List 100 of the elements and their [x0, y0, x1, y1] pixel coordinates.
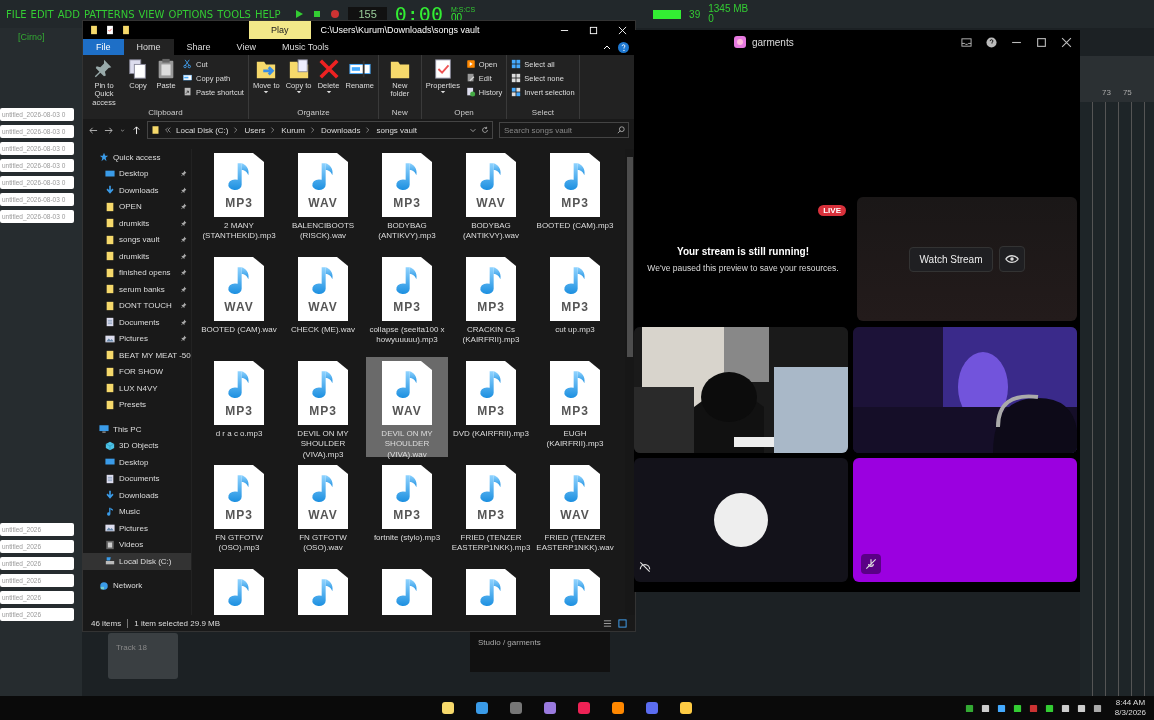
nav-item[interactable]: Videos	[83, 536, 191, 553]
ribbon-tab[interactable]: Music Tools	[268, 39, 342, 55]
record-icon[interactable]	[330, 9, 341, 19]
breadcrumb[interactable]: songs vault	[376, 125, 417, 135]
nav-item[interactable]: Desktop	[83, 454, 191, 471]
forward-arrow-icon[interactable]	[104, 125, 113, 135]
watch-icon-button[interactable]	[999, 246, 1026, 272]
nav-item[interactable]: LUX N4VY	[83, 380, 191, 397]
file-item[interactable]: MP3 d r a c o.mp3	[198, 357, 280, 457]
caret-icon[interactable]	[469, 126, 477, 134]
details-view-icon[interactable]	[603, 618, 612, 628]
help-icon[interactable]	[618, 41, 629, 53]
nav-item[interactable]: drumkits	[83, 248, 191, 265]
stream-heading: Your stream is still running!	[676, 246, 810, 257]
breadcrumb[interactable]: Local Disk (C:)	[176, 125, 229, 135]
nav-item[interactable]: BEAT MY MEAT -50	[83, 347, 191, 364]
help-icon[interactable]	[986, 36, 997, 48]
nav-item[interactable]: This PC	[83, 421, 191, 438]
file-name: FRIED (TENZER EASTERP1NKK).wav	[535, 533, 615, 554]
nav-item[interactable]: Desktop	[83, 165, 191, 182]
file-item[interactable]: MP3 BOOTED (CAM).mp3	[534, 149, 616, 249]
address-bar[interactable]: Local Disk (C:) Users Kurum Downloads songs vault	[147, 121, 493, 139]
tempo-display[interactable]: 155	[348, 7, 387, 21]
file-item[interactable]: MP3 BODYBAG (ANTIKVY).mp3	[366, 149, 448, 249]
nav-item[interactable]: Documents	[83, 314, 191, 331]
menu-item[interactable]: VIEW	[138, 8, 165, 20]
nav-item[interactable]: OPEN	[83, 198, 191, 215]
ribbon-tab[interactable]: Share	[173, 39, 224, 55]
nav-item[interactable]: Downloads	[83, 487, 191, 504]
menu-item[interactable]: FILE	[6, 8, 27, 20]
refresh-icon[interactable]	[481, 126, 489, 134]
live-badge: LIVE	[818, 205, 846, 216]
nav-item[interactable]: Pictures	[83, 520, 191, 537]
nav-item[interactable]: Local Disk (C:)	[83, 553, 191, 570]
file-item[interactable]: MP3 collapse (seeita100 x howyuuuuu).mp3	[366, 253, 448, 353]
nav-item[interactable]: Documents	[83, 470, 191, 487]
file-item[interactable]: MP3 fortnite (stylo).mp3	[366, 461, 448, 553]
nav-item[interactable]: Presets	[83, 396, 191, 413]
close-icon[interactable]	[1061, 36, 1072, 48]
file-item[interactable]: WAV BALENCIBOOTS (RISCK).wav	[282, 149, 364, 249]
watch-stream-button[interactable]: Watch Stream	[908, 246, 994, 272]
file-type-label: WAV	[392, 405, 422, 417]
menu-item[interactable]: PATTERNS	[83, 8, 135, 20]
search-field[interactable]: Search songs vault	[499, 122, 629, 138]
breadcrumb[interactable]: Users	[244, 125, 266, 135]
menu-item[interactable]: HELP	[254, 8, 281, 20]
file-item[interactable]: MP3 cut up.mp3	[534, 253, 616, 353]
file-item[interactable]: MP3 DVD (KAIRFRII).mp3	[450, 357, 532, 457]
nav-item[interactable]: Downloads	[83, 182, 191, 199]
nav-item[interactable]: drumkits	[83, 215, 191, 232]
file-item[interactable]: WAV CHECK (ME).wav	[282, 253, 364, 353]
film-icon	[105, 539, 115, 550]
file-item[interactable]: WAV FRIED (TENZER EASTERP1NKK).wav	[534, 461, 616, 553]
file-item[interactable]: WAV FN GTFOTW (OSO).wav	[282, 461, 364, 553]
app-icon[interactable]	[474, 700, 490, 716]
menu-item[interactable]: ADD	[57, 8, 80, 20]
breadcrumb[interactable]: Kurum	[281, 125, 305, 135]
file-item[interactable]: MP3 CRACKIN Cs (KAIRFRII).mp3	[450, 253, 532, 353]
file-item[interactable]: MP3 2 MANY (STANTHEKID).mp3	[198, 149, 280, 249]
menu-item[interactable]: TOOLS	[217, 8, 251, 20]
breadcrumb[interactable]: Downloads	[320, 125, 361, 135]
nav-item[interactable]: songs vault	[83, 231, 191, 248]
file-name: DVD (KAIRFRII).mp3	[452, 429, 530, 440]
nav-item[interactable]: Quick access	[83, 149, 191, 166]
nav-item[interactable]: finished opens	[83, 264, 191, 281]
file-item[interactable]: WAV BOOTED (CAM).wav	[198, 253, 280, 353]
file-item[interactable]: MP3 FN GTFOTW (OSO).mp3	[198, 461, 280, 553]
nav-item[interactable]: Pictures	[83, 330, 191, 347]
inbox-icon[interactable]	[961, 36, 972, 48]
nav-item[interactable]: 3D Objects	[83, 437, 191, 454]
up-arrow-icon[interactable]	[132, 125, 141, 135]
checklist-icon[interactable]	[105, 25, 115, 35]
large-icons-view-icon[interactable]	[618, 618, 627, 628]
app-icon[interactable]	[610, 700, 626, 716]
voice-channel[interactable]: Studio / garments	[478, 638, 541, 647]
back-arrow-icon[interactable]	[89, 125, 98, 135]
app-icon[interactable]	[440, 700, 456, 716]
file-item[interactable]: MP3 FRIED (TENZER EASTERP1NKK).mp3	[450, 461, 532, 553]
file-item[interactable]: WAV BODYBAG (ANTIKVY).wav	[450, 149, 532, 249]
ribbon-tab[interactable]: Home	[123, 39, 174, 55]
app-icon[interactable]	[542, 700, 558, 716]
nav-item[interactable]: Network	[83, 577, 191, 594]
ribbon-tab[interactable]: File	[83, 39, 124, 55]
menu-item[interactable]: EDIT	[30, 8, 54, 20]
ribbon-tab[interactable]: View	[223, 39, 269, 55]
app-icon[interactable]	[678, 700, 694, 716]
file-item[interactable]: MP3 EUGH (KAIRFRII).mp3	[534, 357, 616, 457]
nav-item[interactable]: FOR SHOW	[83, 363, 191, 380]
file-item[interactable]: WAV DEVIL ON MY SHOULDER (VIVA).wav	[366, 357, 448, 457]
maximize-icon[interactable]	[1036, 36, 1047, 48]
menu-item[interactable]: OPTIONS	[168, 8, 214, 20]
folder-icon[interactable]	[121, 25, 131, 35]
stop-icon[interactable]	[312, 9, 323, 19]
nav-item[interactable]: Music	[83, 503, 191, 520]
nav-item[interactable]: serum banks	[83, 281, 191, 298]
folder-icon[interactable]	[89, 25, 99, 35]
context-tab-label[interactable]: Play	[249, 21, 311, 39]
file-name: fortnite (stylo).mp3	[372, 533, 442, 544]
nav-item[interactable]: DONT TOUCH	[83, 297, 191, 314]
folder-copy-icon	[287, 58, 310, 80]
